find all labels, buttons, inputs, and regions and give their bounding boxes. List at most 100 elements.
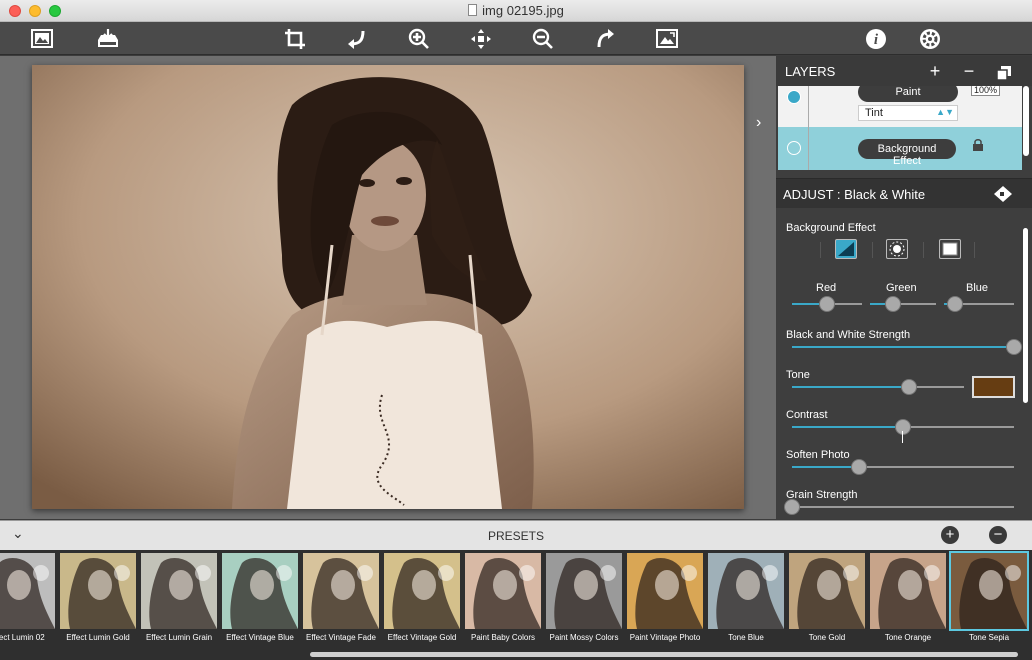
export-button[interactable] bbox=[94, 25, 122, 53]
remove-layer-button[interactable]: − bbox=[959, 61, 979, 82]
layer-divider bbox=[808, 86, 809, 127]
add-layer-button[interactable]: + bbox=[925, 61, 945, 82]
rotate-right-icon bbox=[597, 29, 614, 48]
preset-tone-orange[interactable]: Tone Orange bbox=[870, 553, 946, 653]
compare-button[interactable] bbox=[653, 25, 681, 53]
divider bbox=[872, 242, 873, 258]
eraser-icon[interactable] bbox=[994, 186, 1012, 202]
preset-effect-vintage-blue[interactable]: Effect Vintage Blue bbox=[222, 553, 298, 653]
preset-thumbnail bbox=[708, 553, 784, 629]
layer-name[interactable]: Background Effect bbox=[858, 139, 956, 167]
vignette-effect-button[interactable] bbox=[939, 239, 961, 259]
slider-fill bbox=[792, 466, 859, 468]
preset-thumbnail bbox=[627, 553, 703, 629]
green-slider[interactable] bbox=[870, 296, 936, 312]
crop-icon bbox=[285, 29, 305, 49]
select-arrows-icon: ▲▼ bbox=[936, 107, 954, 117]
rotate-left-icon bbox=[348, 30, 365, 49]
preset-effect-vintage-gold[interactable]: Effect Vintage Gold bbox=[384, 553, 460, 653]
preset-label: Tone Gold bbox=[808, 633, 846, 642]
tone-effect-button[interactable] bbox=[835, 239, 857, 259]
image-canvas[interactable]: › bbox=[0, 56, 776, 519]
soften-photo-label: Soften Photo bbox=[786, 449, 850, 461]
brightness-effect-button[interactable] bbox=[886, 239, 908, 259]
preset-paint-vintage-photo[interactable]: Paint Vintage Photo bbox=[627, 553, 703, 653]
slider-knob[interactable] bbox=[850, 459, 867, 475]
preset-thumbnail bbox=[789, 553, 865, 629]
info-button[interactable]: i bbox=[862, 25, 890, 53]
collapse-panel-button[interactable]: › bbox=[756, 114, 772, 134]
blend-mode-value: Tint bbox=[865, 107, 883, 119]
slider-fill bbox=[792, 346, 1014, 348]
center-marker bbox=[902, 431, 903, 443]
slider-knob[interactable] bbox=[885, 296, 902, 312]
preset-label: Effect Vintage Gold bbox=[387, 633, 457, 642]
slider-knob[interactable] bbox=[895, 419, 911, 435]
preset-label: Paint Mossy Colors bbox=[549, 633, 619, 642]
preset-tone-blue[interactable]: Tone Blue bbox=[708, 553, 784, 653]
preset-effect-vintage-fade[interactable]: Effect Vintage Fade bbox=[303, 553, 379, 653]
remove-preset-button[interactable]: − bbox=[989, 526, 1007, 544]
tone-color-swatch[interactable] bbox=[972, 376, 1015, 398]
adjust-scrollbar[interactable] bbox=[1023, 228, 1028, 403]
blend-mode-select[interactable]: Tint ▲▼ bbox=[858, 105, 958, 121]
preset-tone-gold[interactable]: Tone Gold bbox=[789, 553, 865, 653]
preset-paint-baby-colors[interactable]: Paint Baby Colors bbox=[465, 553, 541, 653]
presets-scrollbar[interactable] bbox=[310, 652, 1018, 657]
brightness-icon bbox=[889, 241, 905, 257]
toolbar: i bbox=[0, 22, 1032, 55]
rotate-left-button[interactable] bbox=[343, 25, 371, 53]
slider-knob[interactable] bbox=[946, 296, 963, 312]
edited-photo[interactable] bbox=[32, 65, 744, 509]
preset-label: Tone Blue bbox=[728, 633, 764, 642]
layer-paint[interactable]: Paint 100% Tint ▲▼ bbox=[778, 86, 1022, 127]
soften-photo-slider[interactable] bbox=[792, 459, 1014, 475]
open-image-button[interactable] bbox=[28, 25, 56, 53]
rotate-right-button[interactable] bbox=[591, 25, 619, 53]
layer-name[interactable]: Paint bbox=[858, 86, 958, 102]
adjust-title: ADJUST : Black & White bbox=[783, 187, 926, 202]
settings-icon bbox=[920, 29, 940, 49]
bw-strength-slider[interactable] bbox=[792, 339, 1022, 355]
side-panel: LAYERS + − Paint 100% Tint ▲▼ Background … bbox=[776, 56, 1032, 519]
crop-button[interactable] bbox=[281, 25, 309, 53]
open-image-icon bbox=[31, 29, 53, 48]
presets-header: ⌄ PRESETS + − bbox=[0, 520, 1032, 550]
red-slider[interactable] bbox=[792, 296, 862, 312]
zoom-in-button[interactable] bbox=[405, 25, 433, 53]
layer-opacity[interactable]: 100% bbox=[971, 86, 1001, 96]
settings-button[interactable] bbox=[916, 25, 944, 53]
slider-knob[interactable] bbox=[819, 296, 835, 312]
grain-strength-slider[interactable] bbox=[784, 499, 1014, 515]
preset-effect-lumin-gold[interactable]: Effect Lumin Gold bbox=[60, 553, 136, 653]
duplicate-layer-button[interactable] bbox=[994, 64, 1014, 85]
preset-paint-mossy-colors[interactable]: Paint Mossy Colors bbox=[546, 553, 622, 653]
layers-scrollbar[interactable] bbox=[1023, 86, 1029, 156]
preset-thumbnail bbox=[384, 553, 460, 629]
add-preset-button[interactable]: + bbox=[941, 526, 959, 544]
layer-visibility-toggle[interactable] bbox=[787, 141, 801, 155]
slider-knob[interactable] bbox=[784, 499, 800, 515]
pan-button[interactable] bbox=[467, 25, 495, 53]
zoom-in-icon bbox=[408, 28, 429, 49]
slider-knob[interactable] bbox=[900, 379, 917, 395]
preset-thumbnail bbox=[0, 553, 55, 629]
layer-background-effect[interactable]: Background Effect bbox=[778, 127, 1022, 170]
lock-icon[interactable] bbox=[973, 139, 983, 151]
preset-effect-lumin-02[interactable]: Effect Lumin 02 bbox=[0, 553, 55, 653]
preset-thumbnail bbox=[141, 553, 217, 629]
blue-slider[interactable] bbox=[944, 296, 1014, 312]
zoom-out-button[interactable] bbox=[529, 25, 557, 53]
pan-icon bbox=[471, 29, 491, 49]
adjust-header: ADJUST : Black & White bbox=[776, 178, 1032, 208]
tone-slider[interactable] bbox=[792, 379, 964, 395]
preset-tone-sepia[interactable]: Tone Sepia bbox=[949, 551, 1029, 653]
preset-thumbnail bbox=[546, 553, 622, 629]
slider-knob[interactable] bbox=[1006, 339, 1022, 355]
layer-visibility-toggle[interactable] bbox=[787, 90, 801, 104]
red-label: Red bbox=[816, 282, 837, 294]
preset-effect-lumin-grain[interactable]: Effect Lumin Grain bbox=[141, 553, 217, 653]
preset-thumbnail bbox=[303, 553, 379, 629]
preset-label: Effect Vintage Blue bbox=[226, 633, 294, 642]
contrast-slider[interactable] bbox=[792, 419, 1014, 435]
